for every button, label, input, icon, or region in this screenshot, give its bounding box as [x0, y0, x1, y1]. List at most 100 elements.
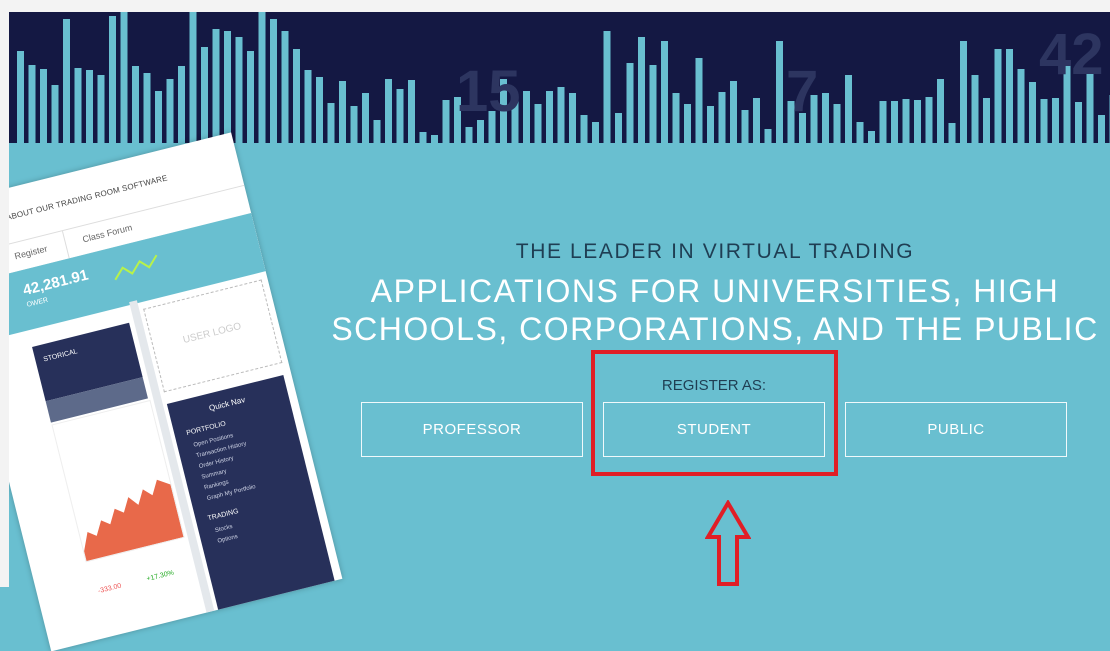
ticker-bar — [132, 66, 139, 143]
headline-line-2: SCHOOLS, CORPORATIONS, AND THE PUBLIC — [331, 311, 1098, 347]
ticker-bar — [983, 98, 990, 143]
banner-number-7: 7 — [786, 59, 818, 124]
preview-nav-item: Order History — [198, 456, 234, 470]
ticker-bar — [891, 101, 898, 143]
ticker-bar — [155, 91, 162, 143]
ticker-bar — [144, 73, 151, 143]
ticker-bar — [236, 37, 243, 143]
ticker-bar — [374, 120, 381, 143]
ticker-bar — [293, 49, 300, 143]
banner-number-42: 42 — [1039, 22, 1104, 87]
preview-tab-register: Register — [13, 244, 48, 262]
ticker-bar — [1075, 102, 1082, 143]
ticker-bar-banner: 15 7 42 — [9, 12, 1110, 143]
professor-button[interactable]: PROFESSOR — [361, 402, 583, 457]
ticker-bar — [937, 79, 944, 143]
ticker-bar — [75, 68, 82, 143]
ticker-bar — [17, 51, 24, 143]
banner-number-15: 15 — [456, 59, 521, 124]
ticker-bar — [282, 31, 289, 143]
ticker-bar — [466, 127, 473, 143]
headline-line-1: APPLICATIONS FOR UNIVERSITIES, HIGH — [371, 273, 1059, 309]
ticker-bar — [926, 97, 933, 143]
ticker-bar — [638, 37, 645, 143]
ticker-bar — [857, 122, 864, 143]
preview-quick-nav: Quick Nav PORTFOLIO Open Positions Trans… — [167, 375, 339, 627]
ticker-bar — [1041, 99, 1048, 143]
ticker-bar — [914, 100, 921, 143]
ticker-bar — [960, 41, 967, 143]
ticker-bar — [730, 81, 737, 143]
ticker-bar — [213, 29, 220, 143]
ticker-bar — [52, 85, 59, 143]
preview-portfolio-heading: PORTFOLIO — [186, 420, 227, 437]
preview-change-positive: +17.30% — [146, 569, 175, 583]
ticker-bar — [822, 93, 829, 143]
ticker-bar — [753, 98, 760, 143]
ticker-bar — [305, 70, 312, 143]
software-preview-screen: RN MORE ABOUT OUR TRADING ROOM SOFTWARE … — [0, 132, 342, 651]
up-arrow-icon — [705, 500, 751, 586]
ticker-bar — [63, 19, 70, 143]
preview-trading-heading: TRADING — [207, 508, 239, 522]
ticker-bar — [581, 115, 588, 143]
preview-user-logo-text: USER LOGO — [153, 314, 272, 354]
ticker-bar — [431, 135, 438, 143]
ticker-bars-graphic: 15 7 42 — [9, 12, 1110, 143]
ticker-bar — [684, 104, 691, 143]
ticker-bar — [109, 16, 116, 143]
ticker-bar — [29, 65, 36, 143]
ticker-bar — [880, 101, 887, 143]
left-margin-strip — [0, 0, 9, 587]
ticker-bar — [592, 122, 599, 143]
ticker-bar — [362, 93, 369, 143]
ticker-bar — [167, 79, 174, 143]
ticker-bar — [1029, 82, 1036, 143]
ticker-bar — [535, 104, 542, 143]
ticker-bar — [1098, 115, 1105, 143]
ticker-bar — [742, 110, 749, 143]
ticker-bar — [903, 99, 910, 143]
ticker-bar — [420, 132, 427, 143]
ticker-bar — [569, 93, 576, 143]
preview-change-negative: -333.00 — [97, 583, 122, 596]
ticker-bar — [696, 58, 703, 143]
ticker-bar — [259, 12, 266, 143]
ticker-bar — [523, 91, 530, 143]
ticker-bar — [397, 89, 404, 143]
preview-owner-label: OWER — [26, 297, 49, 309]
ticker-bar — [316, 77, 323, 143]
hero-headline: APPLICATIONS FOR UNIVERSITIES, HIGH SCHO… — [330, 272, 1100, 348]
ticker-bar — [558, 87, 565, 143]
hero-text-block: THE LEADER IN VIRTUAL TRADING APPLICATIO… — [330, 240, 1100, 348]
ticker-bar — [190, 12, 197, 143]
preview-historical-label: STORICAL — [43, 348, 79, 363]
ticker-bar — [247, 51, 254, 143]
ticker-bar — [776, 41, 783, 143]
ticker-bar — [604, 31, 611, 143]
hero-tagline: THE LEADER IN VIRTUAL TRADING — [330, 240, 1100, 264]
ticker-bar — [121, 12, 128, 143]
ticker-bar — [546, 91, 553, 143]
ticker-bar — [845, 75, 852, 143]
preview-nav-item: Options — [217, 534, 239, 545]
ticker-bar — [385, 79, 392, 143]
top-margin-strip — [0, 0, 1110, 12]
student-highlight-box — [591, 350, 838, 476]
software-preview: RN MORE ABOUT OUR TRADING ROOM SOFTWARE … — [0, 132, 342, 651]
ticker-bar — [868, 131, 875, 143]
public-button[interactable]: PUBLIC — [845, 402, 1067, 457]
ticker-bar — [972, 75, 979, 143]
preview-nav-item: Rankings — [204, 479, 230, 491]
ticker-bar — [1052, 98, 1059, 143]
preview-tab-class-forum: Class Forum — [81, 222, 133, 244]
ticker-bar — [719, 92, 726, 143]
ticker-bar — [201, 47, 208, 143]
ticker-bar — [178, 66, 185, 143]
ticker-bar — [224, 31, 231, 143]
ticker-bar — [98, 75, 105, 143]
ticker-bar — [627, 63, 634, 143]
ticker-bar — [949, 123, 956, 143]
ticker-bar — [615, 113, 622, 143]
preview-portfolio-value: 42,281.91 — [21, 267, 90, 300]
